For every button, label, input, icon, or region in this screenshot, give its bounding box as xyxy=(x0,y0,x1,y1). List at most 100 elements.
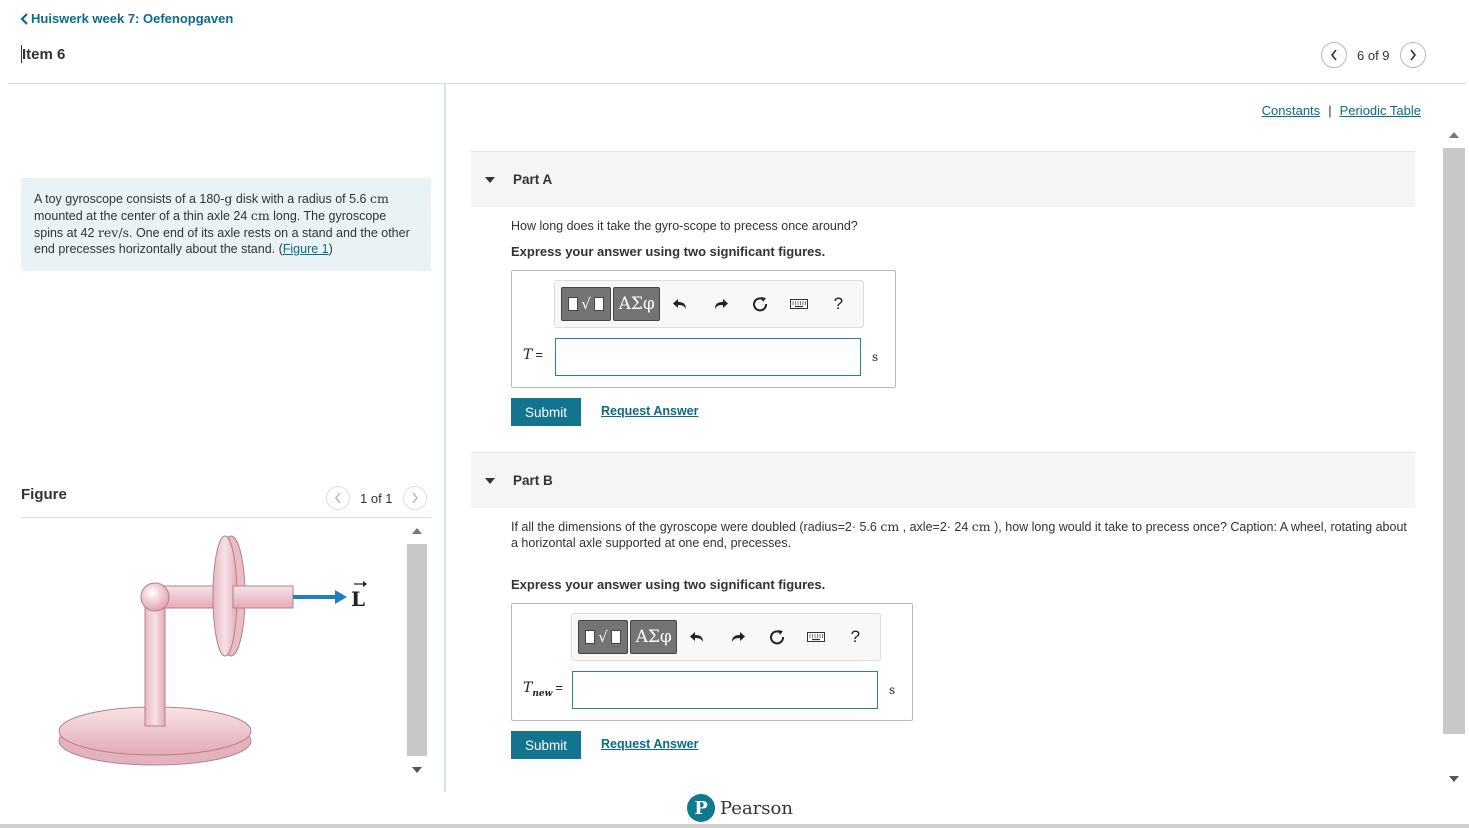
redo-icon xyxy=(732,632,746,642)
keyboard-button[interactable] xyxy=(797,620,834,654)
undo-icon xyxy=(672,299,686,309)
pearson-wordmark: Pearson xyxy=(720,797,793,819)
help-button[interactable]: ? xyxy=(837,620,874,654)
template-square-icon xyxy=(593,297,604,311)
links-separator: | xyxy=(1328,103,1332,118)
footer-divider xyxy=(0,824,1469,828)
template-square-icon xyxy=(585,630,596,644)
unit-rev-per-s: rev/s xyxy=(97,224,129,240)
templates-button[interactable]: √ xyxy=(561,287,612,321)
part-a-request-answer-link[interactable]: Request Answer xyxy=(601,404,698,418)
variable-subscript: new xyxy=(532,688,553,699)
item-pager-text: 6 of 9 xyxy=(1357,47,1390,63)
part-a-instruction: Express your answer using two significan… xyxy=(511,244,826,259)
figure-heading: Figure xyxy=(21,486,67,503)
problem-text: disk with a radius of 5.6 xyxy=(232,192,370,206)
pane-divider xyxy=(444,84,446,792)
unit-cm: cm xyxy=(369,191,389,206)
collapse-caret-icon[interactable] xyxy=(485,176,495,183)
reset-icon xyxy=(752,297,767,312)
previous-item-button[interactable] xyxy=(1321,42,1347,68)
scroll-down-arrow-icon[interactable] xyxy=(1449,776,1459,782)
keyboard-icon xyxy=(806,632,825,642)
pearson-brand: P Pearson xyxy=(687,794,793,822)
pivot-ball xyxy=(140,582,170,612)
stand-post xyxy=(144,599,166,727)
undo-button[interactable] xyxy=(662,287,699,321)
question-text: , axle=2· 24 xyxy=(899,520,972,534)
reset-button[interactable] xyxy=(758,620,795,654)
radical-icon: √ xyxy=(581,295,591,313)
part-b-instruction: Express your answer using two significan… xyxy=(511,577,826,592)
part-b-answer-input[interactable] xyxy=(572,671,878,709)
part-a-question: How long does it take the gyro-scope to … xyxy=(511,219,858,233)
problem-text: ) xyxy=(328,242,333,257)
scroll-up-arrow-icon[interactable] xyxy=(412,528,422,534)
chevron-right-icon xyxy=(1409,49,1416,61)
chevron-left-icon xyxy=(334,492,341,504)
previous-figure-button[interactable] xyxy=(326,486,350,510)
part-b-submit-button[interactable]: Submit xyxy=(511,731,581,759)
chevron-left-icon xyxy=(1330,49,1337,61)
greek-symbols-button[interactable]: ΑΣφ xyxy=(613,287,661,321)
next-item-button[interactable] xyxy=(1399,42,1426,68)
reset-button[interactable] xyxy=(741,287,778,321)
part-b-question: If all the dimensions of the gyroscope w… xyxy=(511,519,1416,551)
undo-icon xyxy=(689,632,703,642)
template-square-icon xyxy=(610,630,621,644)
equals-sign: = xyxy=(535,347,543,362)
item-title: Item 6 xyxy=(22,46,66,63)
pearson-logo-icon: P xyxy=(687,794,715,822)
template-square-icon xyxy=(568,297,579,311)
keyboard-button[interactable] xyxy=(780,287,817,321)
figure-link[interactable]: Figure 1 xyxy=(283,242,329,256)
scroll-down-arrow-icon[interactable] xyxy=(412,767,422,773)
part-a-variable-label: T = xyxy=(523,347,543,363)
reset-icon xyxy=(769,630,784,645)
collapse-caret-icon[interactable] xyxy=(485,477,495,484)
scroll-up-arrow-icon[interactable] xyxy=(1449,132,1459,138)
part-a-submit-button[interactable]: Submit xyxy=(511,398,581,426)
variable-symbol: T xyxy=(523,680,533,696)
figure-scrollbar[interactable] xyxy=(406,520,428,782)
main-scrollbar[interactable] xyxy=(1442,126,1466,792)
question-text: If all the dimensions of the gyroscope w… xyxy=(511,520,881,534)
help-button[interactable]: ? xyxy=(820,287,857,321)
problem-text: A toy gyroscope consists of a 180- xyxy=(34,192,225,206)
templates-button[interactable]: √ xyxy=(578,620,629,654)
chevron-right-icon xyxy=(411,492,418,504)
greek-symbols-button[interactable]: ΑΣφ xyxy=(630,620,678,654)
equals-sign: = xyxy=(555,680,563,695)
next-figure-button[interactable] xyxy=(402,486,427,510)
variable-symbol: T xyxy=(523,347,533,363)
part-a-answer-input[interactable] xyxy=(555,338,861,376)
constants-link[interactable]: Constants xyxy=(1262,103,1321,118)
back-to-assignment-link[interactable]: Huiswerk week 7: Oefenopgaven xyxy=(20,11,233,26)
unit-cm: cm xyxy=(971,519,991,534)
radical-icon: √ xyxy=(598,628,608,646)
periodic-table-link[interactable]: Periodic Table xyxy=(1340,103,1421,118)
figure-pager-text: 1 of 1 xyxy=(360,490,393,506)
main-scroll-thumb[interactable] xyxy=(1443,148,1465,734)
figure-divider xyxy=(21,517,431,518)
header-divider xyxy=(8,83,1466,84)
part-a-unit: s xyxy=(872,350,879,364)
unit-cm: cm xyxy=(250,207,270,223)
figure-scroll-thumb[interactable] xyxy=(407,544,427,756)
unit-cm: cm xyxy=(880,519,900,534)
redo-button[interactable] xyxy=(702,287,739,321)
part-b-header[interactable]: Part B xyxy=(471,452,1415,508)
part-a-header[interactable]: Part A xyxy=(471,151,1415,207)
reference-links: Constants | Periodic Table xyxy=(1262,103,1421,118)
part-a-label: Part A xyxy=(513,172,553,187)
keyboard-icon xyxy=(789,299,808,309)
vector-label: L xyxy=(351,587,365,611)
part-a-math-toolbar: √ ΑΣφ ? xyxy=(554,280,864,328)
back-link-label: Huiswerk week 7: Oefenopgaven xyxy=(31,11,234,26)
undo-button[interactable] xyxy=(679,620,716,654)
gyroscope-figure: L xyxy=(58,535,367,766)
part-b-request-answer-link[interactable]: Request Answer xyxy=(601,737,698,751)
problem-text: mounted at the center of a thin axle 24 xyxy=(34,208,251,223)
axle-right xyxy=(232,585,294,609)
redo-button[interactable] xyxy=(719,620,756,654)
